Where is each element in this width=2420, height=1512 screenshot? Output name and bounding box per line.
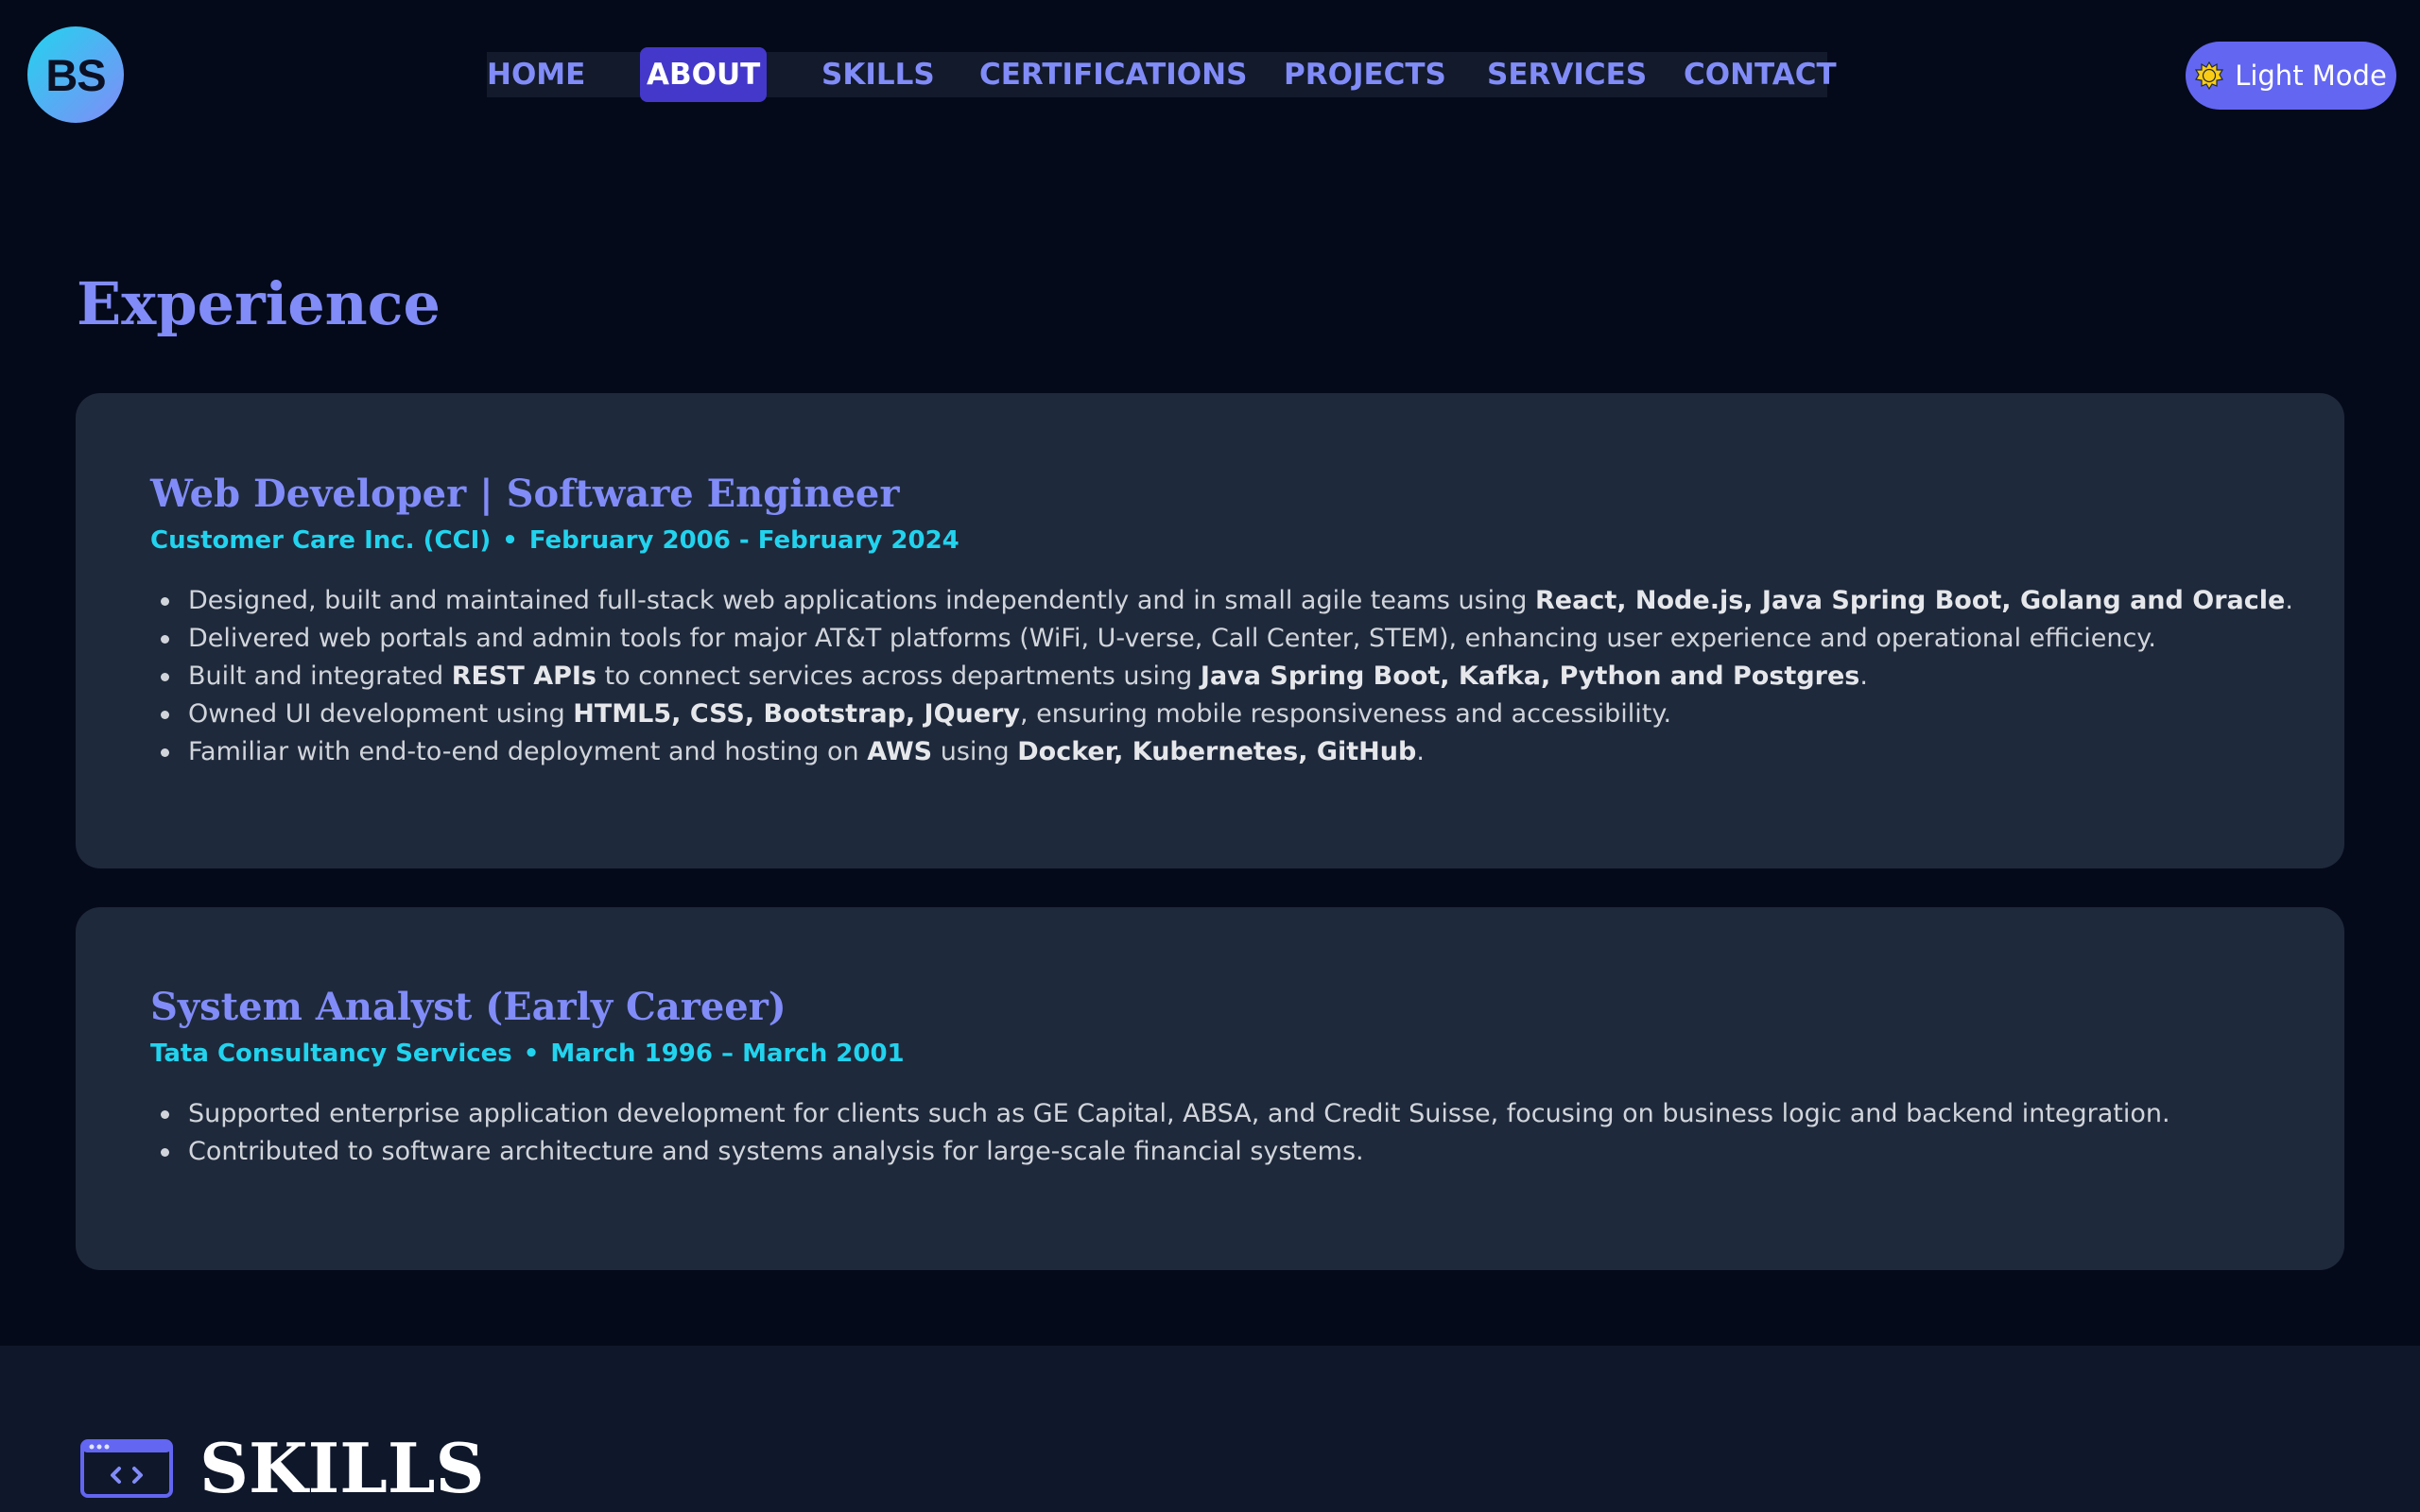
bullet-keyword: HTML5, CSS, Bootstrap, JQuery bbox=[573, 699, 1021, 729]
bullet-text: . bbox=[1859, 662, 1868, 691]
bullet-text: Owned UI development using bbox=[188, 699, 574, 729]
skills-section: SKILLS bbox=[0, 1346, 2420, 1512]
main-nav: HOME ABOUT SKILLS CERTIFICATIONS PROJECT… bbox=[487, 47, 1837, 102]
job-title: System Analyst (Early Career) bbox=[150, 985, 786, 1029]
bullet-keyword: REST APIs bbox=[451, 662, 597, 691]
job-title: Web Developer | Software Engineer bbox=[150, 472, 900, 516]
bullet-text: Designed, built and maintained full-stac… bbox=[188, 586, 1536, 615]
light-mode-toggle[interactable]: Light Mode bbox=[2186, 42, 2396, 110]
job-bullet: Built and integrated REST APIs to connec… bbox=[150, 658, 2293, 696]
bullet-text: Supported enterprise application develop… bbox=[188, 1099, 2170, 1128]
nav-services[interactable]: SERVICES bbox=[1487, 52, 1647, 97]
site-header: BS HOME ABOUT SKILLS CERTIFICATIONS PROJ… bbox=[0, 0, 2420, 151]
portfolio-page: BS HOME ABOUT SKILLS CERTIFICATIONS PROJ… bbox=[0, 0, 2420, 1512]
experience-card: Web Developer | Software Engineer Custom… bbox=[76, 393, 2344, 868]
bullet-text: Delivered web portals and admin tools fo… bbox=[188, 624, 2157, 653]
bullet-keyword: Docker, Kubernetes, GitHub bbox=[1017, 737, 1417, 766]
meta-separator: • bbox=[502, 526, 518, 555]
logo[interactable]: BS bbox=[27, 26, 124, 123]
job-meta: Customer Care Inc. (CCI) • February 2006 -… bbox=[150, 524, 959, 558]
bullet-text: to connect services across departments u… bbox=[596, 662, 1201, 691]
bullet-text: Contributed to software architecture and… bbox=[188, 1137, 1364, 1166]
job-bullet: Supported enterprise application develop… bbox=[150, 1095, 2170, 1133]
job-dates: February 2006 - February 2024 bbox=[528, 526, 959, 555]
job-bullet: Contributed to software architecture and… bbox=[150, 1133, 2170, 1171]
job-bullet: Owned UI development using HTML5, CSS, B… bbox=[150, 696, 2293, 733]
bullet-text: using bbox=[932, 737, 1018, 766]
job-dates: March 1996 – March 2001 bbox=[550, 1040, 905, 1068]
bullet-keyword: React, Node.js, Java Spring Boot, Golang… bbox=[1535, 586, 2286, 615]
company-name: Customer Care Inc. (CCI) bbox=[150, 526, 492, 555]
bullet-keyword: AWS bbox=[867, 737, 933, 766]
nav-projects[interactable]: PROJECTS bbox=[1284, 52, 1446, 97]
bullet-keyword: Java Spring Boot, Kafka, Python and Post… bbox=[1200, 662, 1860, 691]
experience-heading: Experience bbox=[77, 269, 441, 338]
sun-icon bbox=[2195, 61, 2224, 90]
nav-certifications[interactable]: CERTIFICATIONS bbox=[979, 52, 1247, 97]
job-bullet: Designed, built and maintained full-stac… bbox=[150, 582, 2293, 620]
job-meta: Tata Consultancy Services • March 1996 – M… bbox=[150, 1037, 905, 1071]
nav-about[interactable]: ABOUT bbox=[640, 47, 768, 102]
job-bullets: Supported enterprise application develop… bbox=[150, 1095, 2170, 1171]
skills-heading: SKILLS bbox=[199, 1428, 485, 1508]
nav-skills[interactable]: SKILLS bbox=[821, 52, 935, 97]
job-bullet: Delivered web portals and admin tools fo… bbox=[150, 620, 2293, 658]
nav-home[interactable]: HOME bbox=[487, 52, 585, 97]
light-mode-label: Light Mode bbox=[2235, 60, 2387, 92]
bullet-text: Built and integrated bbox=[188, 662, 452, 691]
bullet-text: Familiar with end-to-end deployment and … bbox=[188, 737, 868, 766]
bullet-text: . bbox=[2285, 586, 2293, 615]
code-window-icon bbox=[80, 1439, 173, 1498]
meta-separator: • bbox=[523, 1040, 540, 1068]
bullet-text: . bbox=[1416, 737, 1425, 766]
company-name: Tata Consultancy Services bbox=[150, 1040, 512, 1068]
job-bullet: Familiar with end-to-end deployment and … bbox=[150, 733, 2293, 771]
bullet-text: , ensuring mobile responsiveness and acc… bbox=[1020, 699, 1672, 729]
experience-card: System Analyst (Early Career) Tata Consu… bbox=[76, 907, 2344, 1270]
job-bullets: Designed, built and maintained full-stac… bbox=[150, 582, 2293, 771]
nav-contact[interactable]: CONTACT bbox=[1684, 52, 1837, 97]
